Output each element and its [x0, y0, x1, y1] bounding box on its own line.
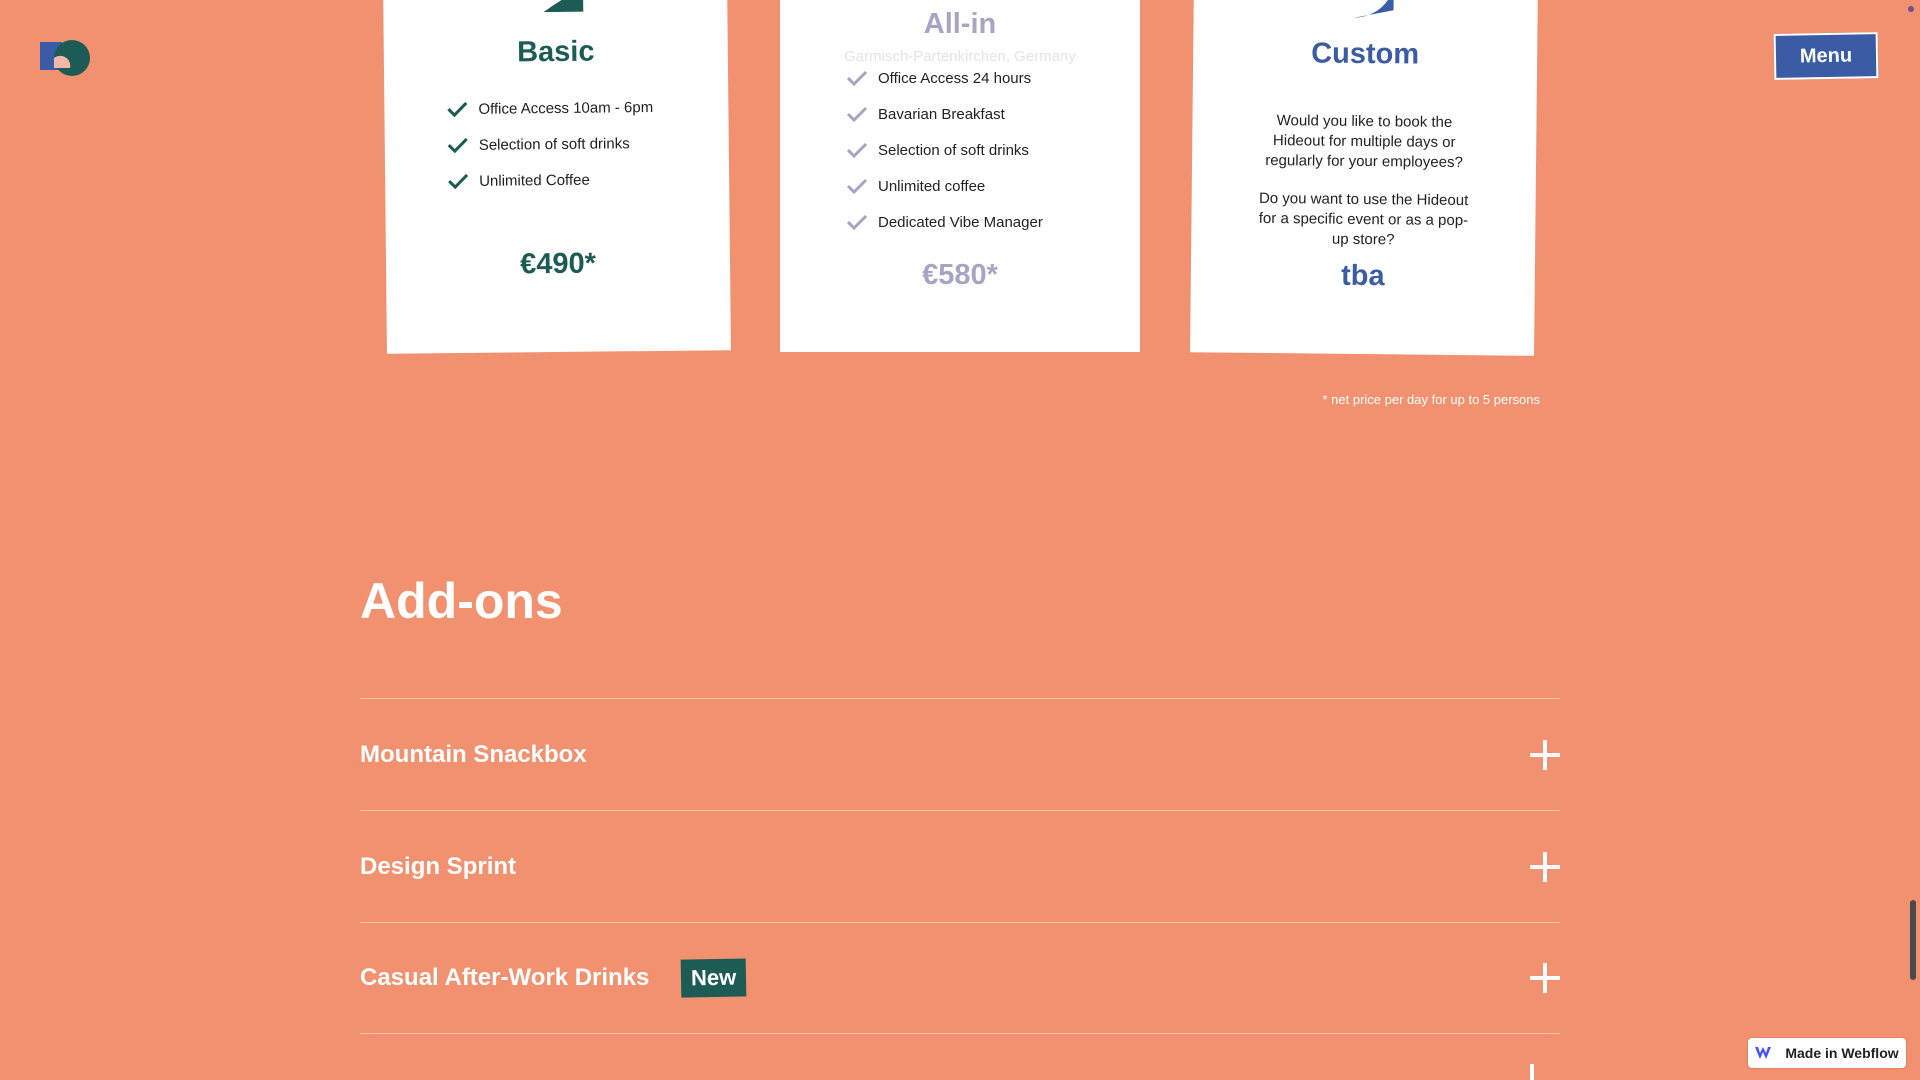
plan-card-basic: Basic Office Access 10am - 6pm Selection… [383, 0, 731, 354]
check-icon [846, 70, 868, 87]
feature-item: Selection of soft drinks [447, 125, 654, 163]
custom-paragraph: Would you like to book the Hideout for m… [1265, 112, 1463, 172]
plus-icon[interactable] [1530, 739, 1560, 770]
leaf-icon [543, 0, 584, 13]
plus-icon[interactable] [1530, 1064, 1534, 1080]
new-badge: New [681, 958, 747, 998]
feature-item: Office Access 24 hours [846, 60, 1043, 96]
check-icon [447, 137, 468, 154]
check-icon [448, 173, 469, 190]
plan-price: €580* [922, 259, 998, 291]
feature-item: Bavarian Breakfast [846, 96, 1043, 132]
plan-price: €490* [519, 247, 597, 281]
webflow-badge[interactable]: Made in Webflow [1748, 1038, 1906, 1068]
plus-icon[interactable] [1530, 851, 1560, 882]
accordion-title: Mountain Snackbox [360, 740, 587, 768]
accordion-title: Design Sprint [360, 852, 517, 880]
accordion-item-mountain-snackbox[interactable]: Mountain Snackbox [360, 698, 1560, 810]
check-icon [846, 178, 868, 195]
feature-item: Selection of soft drinks [846, 132, 1043, 168]
addons-title: Add-ons [360, 573, 563, 629]
plan-card-allin: All-in Garmisch-Partenkirchen, Germany O… [780, 0, 1140, 352]
custom-paragraph: Do you want to use the Hideout for a spe… [1258, 189, 1469, 249]
custom-description: Would you like to book the Hideout for m… [1251, 111, 1477, 269]
accordion-item-design-sprint[interactable]: Design Sprint [360, 810, 1560, 922]
check-icon [846, 214, 868, 231]
plus-icon[interactable] [1530, 963, 1560, 993]
check-icon [846, 142, 868, 159]
corner-dot [1908, 6, 1914, 12]
logo[interactable] [40, 38, 92, 78]
price-note: * net price per day for up to 5 persons [1322, 392, 1540, 407]
plan-title: Basic [516, 35, 595, 69]
feature-item: Unlimited Coffee [447, 161, 654, 199]
webflow-icon [1755, 1047, 1772, 1059]
addons-accordion: Mountain Snackbox Design Sprint Casual A… [360, 698, 1560, 1034]
accordion-item-after-work-drinks[interactable]: Casual After-Work Drinks New [360, 922, 1560, 1034]
plan-price: tba [1340, 259, 1385, 293]
feature-list: Office Access 10am - 6pm Selection of so… [446, 89, 654, 199]
plan-title: All-in [923, 8, 997, 40]
feature-item: Office Access 10am - 6pm [446, 89, 653, 127]
feature-list: Office Access 24 hours Bavarian Breakfas… [846, 60, 1043, 240]
menu-button[interactable]: Menu [1773, 32, 1879, 80]
feature-item: Dedicated Vibe Manager [846, 204, 1043, 240]
feature-item: Unlimited coffee [846, 168, 1043, 204]
webflow-badge-label: Made in Webflow [1785, 1045, 1899, 1061]
plan-card-custom: Custom Would you like to book the Hideou… [1190, 0, 1538, 356]
check-icon [846, 106, 868, 123]
check-icon [447, 101, 468, 118]
scrollbar[interactable] [1910, 900, 1916, 980]
leaf-icon [1353, 0, 1394, 18]
plan-title: Custom [1311, 37, 1420, 71]
accordion-title: Casual After-Work Drinks [360, 964, 650, 991]
